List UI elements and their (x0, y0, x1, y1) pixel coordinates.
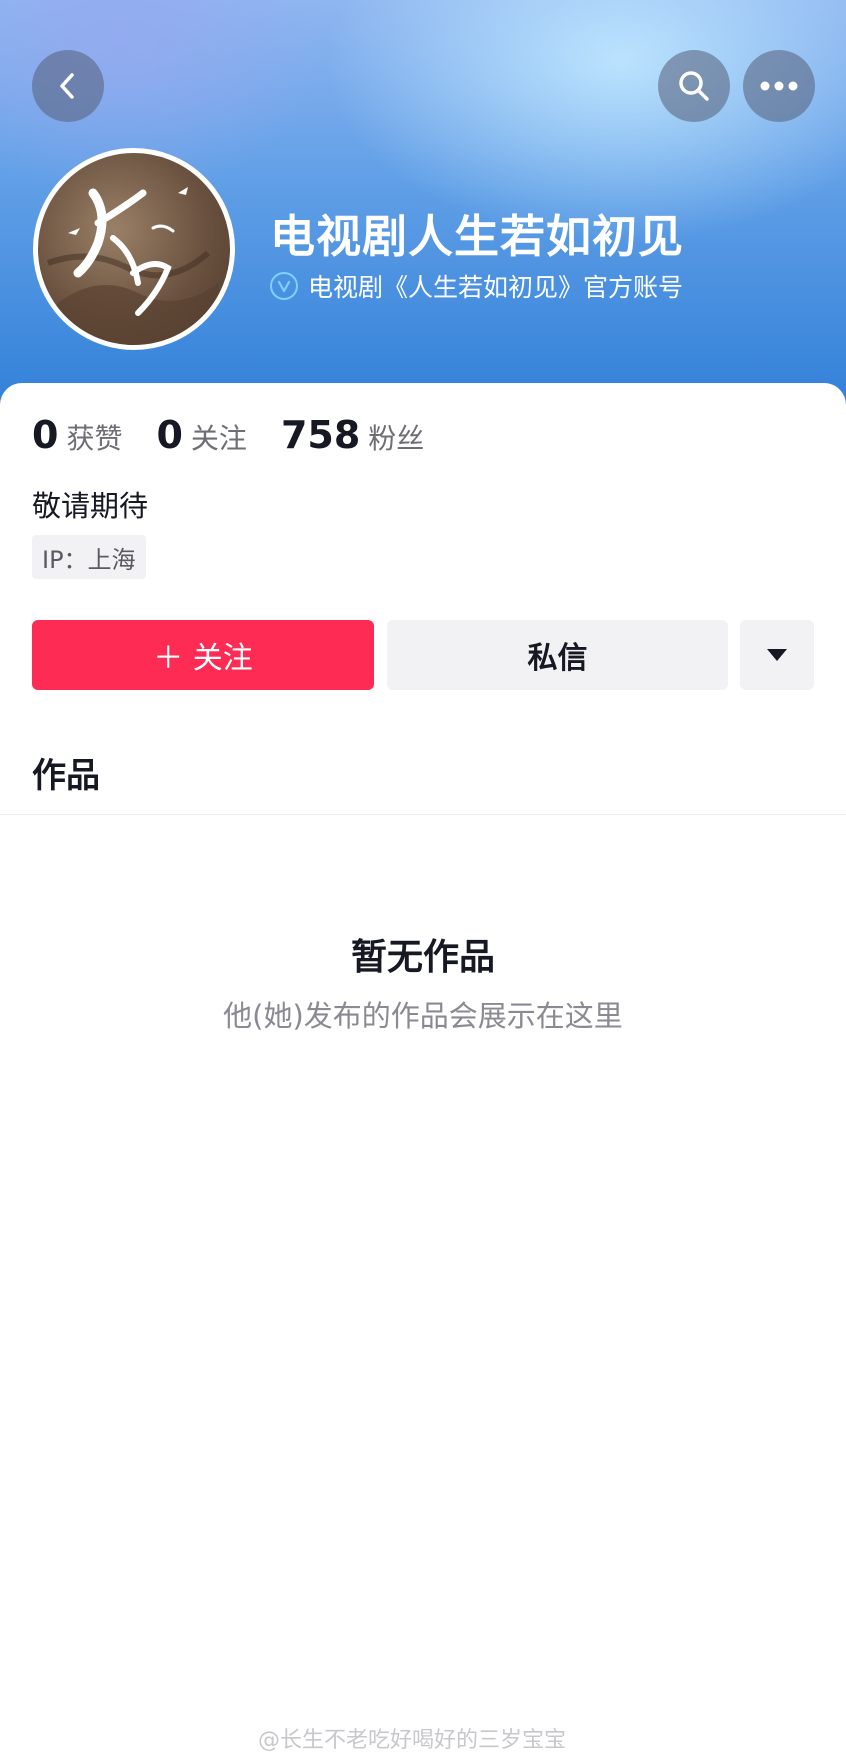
ip-location-tag: IP：上海 (32, 535, 146, 579)
watermark: @长生不老吃好喝好的三岁宝宝 (258, 1722, 566, 1754)
search-icon (679, 71, 709, 101)
tab-divider (0, 814, 846, 815)
more-actions-dropdown[interactable] (740, 620, 814, 690)
profile-bio: 敬请期待 (32, 489, 149, 523)
following-count[interactable]: 0 (156, 413, 182, 457)
profile-name: 电视剧人生若如初见 (270, 210, 685, 263)
tab-works[interactable]: 作品 (32, 748, 100, 797)
verification-row: 电视剧《人生若如初见》官方账号 (270, 268, 683, 304)
following-label[interactable]: 关注 (191, 417, 247, 457)
likes-label: 获赞 (66, 422, 123, 455)
message-button[interactable]: 私信 (387, 620, 728, 690)
watermark-text: @长生不老吃好喝好的三岁宝宝 (258, 1728, 567, 1753)
profile-card: 0 获赞 0 关注 758 粉丝 敬请期待 IP：上海 ＋ 关注 私信 作品 暂… (0, 383, 846, 1754)
avatar-calligraphy-logo (38, 187, 228, 345)
stats-row: 0 获赞 0 关注 758 粉丝 (32, 413, 458, 457)
triangle-down-icon (767, 649, 787, 661)
search-button[interactable] (658, 50, 730, 122)
avatar[interactable] (33, 148, 235, 350)
verified-badge-icon (270, 272, 298, 300)
verification-text: 电视剧《人生若如初见》官方账号 (308, 273, 684, 302)
back-button[interactable] (32, 50, 104, 122)
more-button[interactable] (743, 50, 815, 122)
likes-count: 0 (32, 413, 59, 457)
follow-button[interactable]: ＋ 关注 (32, 620, 374, 690)
empty-state-description: 他(她)发布的作品会展示在这里 (223, 999, 623, 1033)
fans-label[interactable]: 粉丝 (368, 417, 424, 457)
more-horizontal-icon (760, 81, 798, 91)
chevron-left-icon (60, 73, 74, 99)
empty-state-title: 暂无作品 (350, 937, 495, 978)
fans-count[interactable]: 758 (281, 413, 360, 457)
